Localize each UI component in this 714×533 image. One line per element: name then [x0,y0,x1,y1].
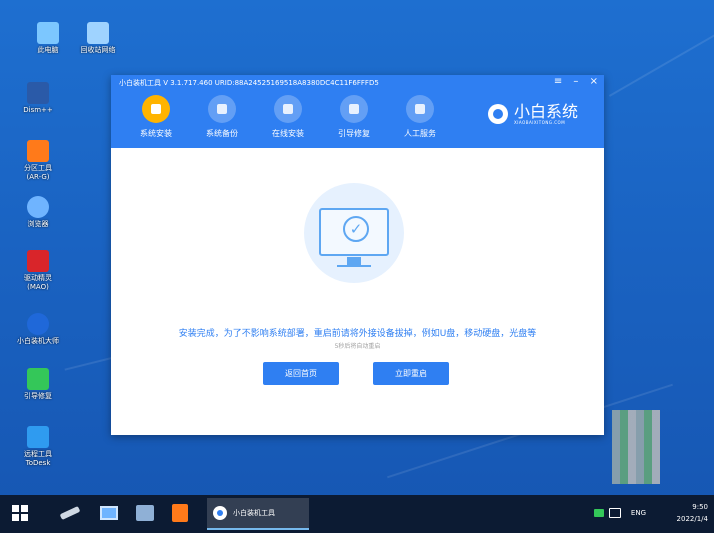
install-icon [142,95,170,123]
taskbar-pin-4[interactable] [172,503,192,523]
back-home-button[interactable]: 返回首页 [263,362,339,385]
xiaobai-master-icon [27,313,49,335]
backup-icon [208,95,236,123]
restart-now-button[interactable]: 立即重启 [373,362,449,385]
clock-time: 9:50 [692,503,708,511]
installer-window: 小白装机工具 V 3.1.717.460 URID:88A24525169518… [111,75,604,435]
window-controls: ≡ – × [546,76,598,87]
desktop: 此电脑 回收站网络 Dism++ 分区工具 (AR-G) 浏览器 驱动精灵 (M… [0,0,714,495]
restart-countdown: 5秒后将自动重启 [334,343,381,350]
brand-logo-icon [487,104,508,124]
xiaobai-app-icon [213,506,227,520]
nav-online-install[interactable]: 在线安装 [255,95,321,139]
nav-boot-repair[interactable]: 引导修复 [321,95,387,139]
network-tray-icon[interactable] [609,508,621,518]
system-clock[interactable]: 9:50 2022/1/4 [677,501,708,525]
window-title: 小白装机工具 V 3.1.717.460 URID:88A24525169518… [119,79,379,87]
taskbar-pin-3[interactable] [136,503,156,523]
install-complete-illustration: ✓ [304,183,404,283]
main-nav: 系统安装 系统备份 在线安装 引导修复 人工服务 [123,95,453,139]
completion-message: 安装完成，为了不影响系统部署，重启前请将外接设备拔掉，例如U盘，移动硬盘，光盘等 [178,329,537,339]
online-install-icon [274,95,302,123]
nav-system-install[interactable]: 系统安装 [123,95,189,139]
remote-tool-icon [27,426,49,448]
computer-icon [37,22,59,44]
browser-icon [27,196,49,218]
brand: 小白系统 XIAOBAIXITONG.COM [487,102,578,125]
window-header: 小白装机工具 V 3.1.717.460 URID:88A24525169518… [111,75,604,148]
partition-tool-icon [27,140,49,162]
desktop-icon-browser[interactable]: 浏览器 [12,196,64,229]
monitor-base [337,265,371,267]
monitor-stand [347,257,361,265]
partition-tool-taskbar-icon [172,504,188,522]
nav-system-backup[interactable]: 系统备份 [189,95,255,139]
taskbar-pin-2[interactable] [100,503,120,523]
driver-tool-icon [27,250,49,272]
brand-name: 小白系统 [513,102,578,121]
desktop-icon-driver-tool[interactable]: 驱动精灵 (MAO) [12,250,64,292]
boot-repair-desktop-icon [27,368,49,390]
dism-icon [27,82,49,104]
network-icon [87,22,109,44]
menu-icon[interactable]: ≡ [554,76,562,87]
desktop-icon-network[interactable]: 回收站网络 [72,22,124,55]
desktop-icon-xiaobai-master[interactable]: 小白装机大师 [12,313,64,346]
windows-icon [12,505,28,521]
clock-date: 2022/1/4 [676,515,708,523]
wallpaper-streak [608,25,714,97]
minimize-button[interactable]: – [573,76,578,87]
desktop-icon-partition-tool[interactable]: 分区工具 (AR-G) [12,140,64,182]
boot-repair-icon [340,95,368,123]
nav-manual-service[interactable]: 人工服务 [387,95,453,139]
service-icon [406,95,434,123]
language-indicator[interactable]: ENG [631,509,646,517]
checkmark-icon: ✓ [343,216,369,242]
desktop-icon-remote-tool[interactable]: 远程工具 ToDesk [12,426,64,468]
notification-icon[interactable] [594,509,604,517]
monitor-app-icon [100,506,118,520]
desktop-icon-boot-repair[interactable]: 引导修复 [12,368,64,401]
monitor-icon: ✓ [319,208,389,256]
close-button[interactable]: × [590,76,598,87]
taskbar-app-xiaobai[interactable]: 小白装机工具 [207,498,309,530]
pixelated-widget [612,410,660,484]
taskbar-pin-1[interactable] [59,503,81,523]
desktop-icon-dism[interactable]: Dism++ [12,82,64,115]
taskbar: 小白装机工具 ENG 9:50 2022/1/4 [0,495,714,533]
start-button[interactable] [10,503,30,523]
taskbar-app-label: 小白装机工具 [233,509,275,517]
tool-icon [59,506,81,520]
printer-icon [136,505,154,521]
desktop-icon-this-pc[interactable]: 此电脑 [22,22,74,55]
